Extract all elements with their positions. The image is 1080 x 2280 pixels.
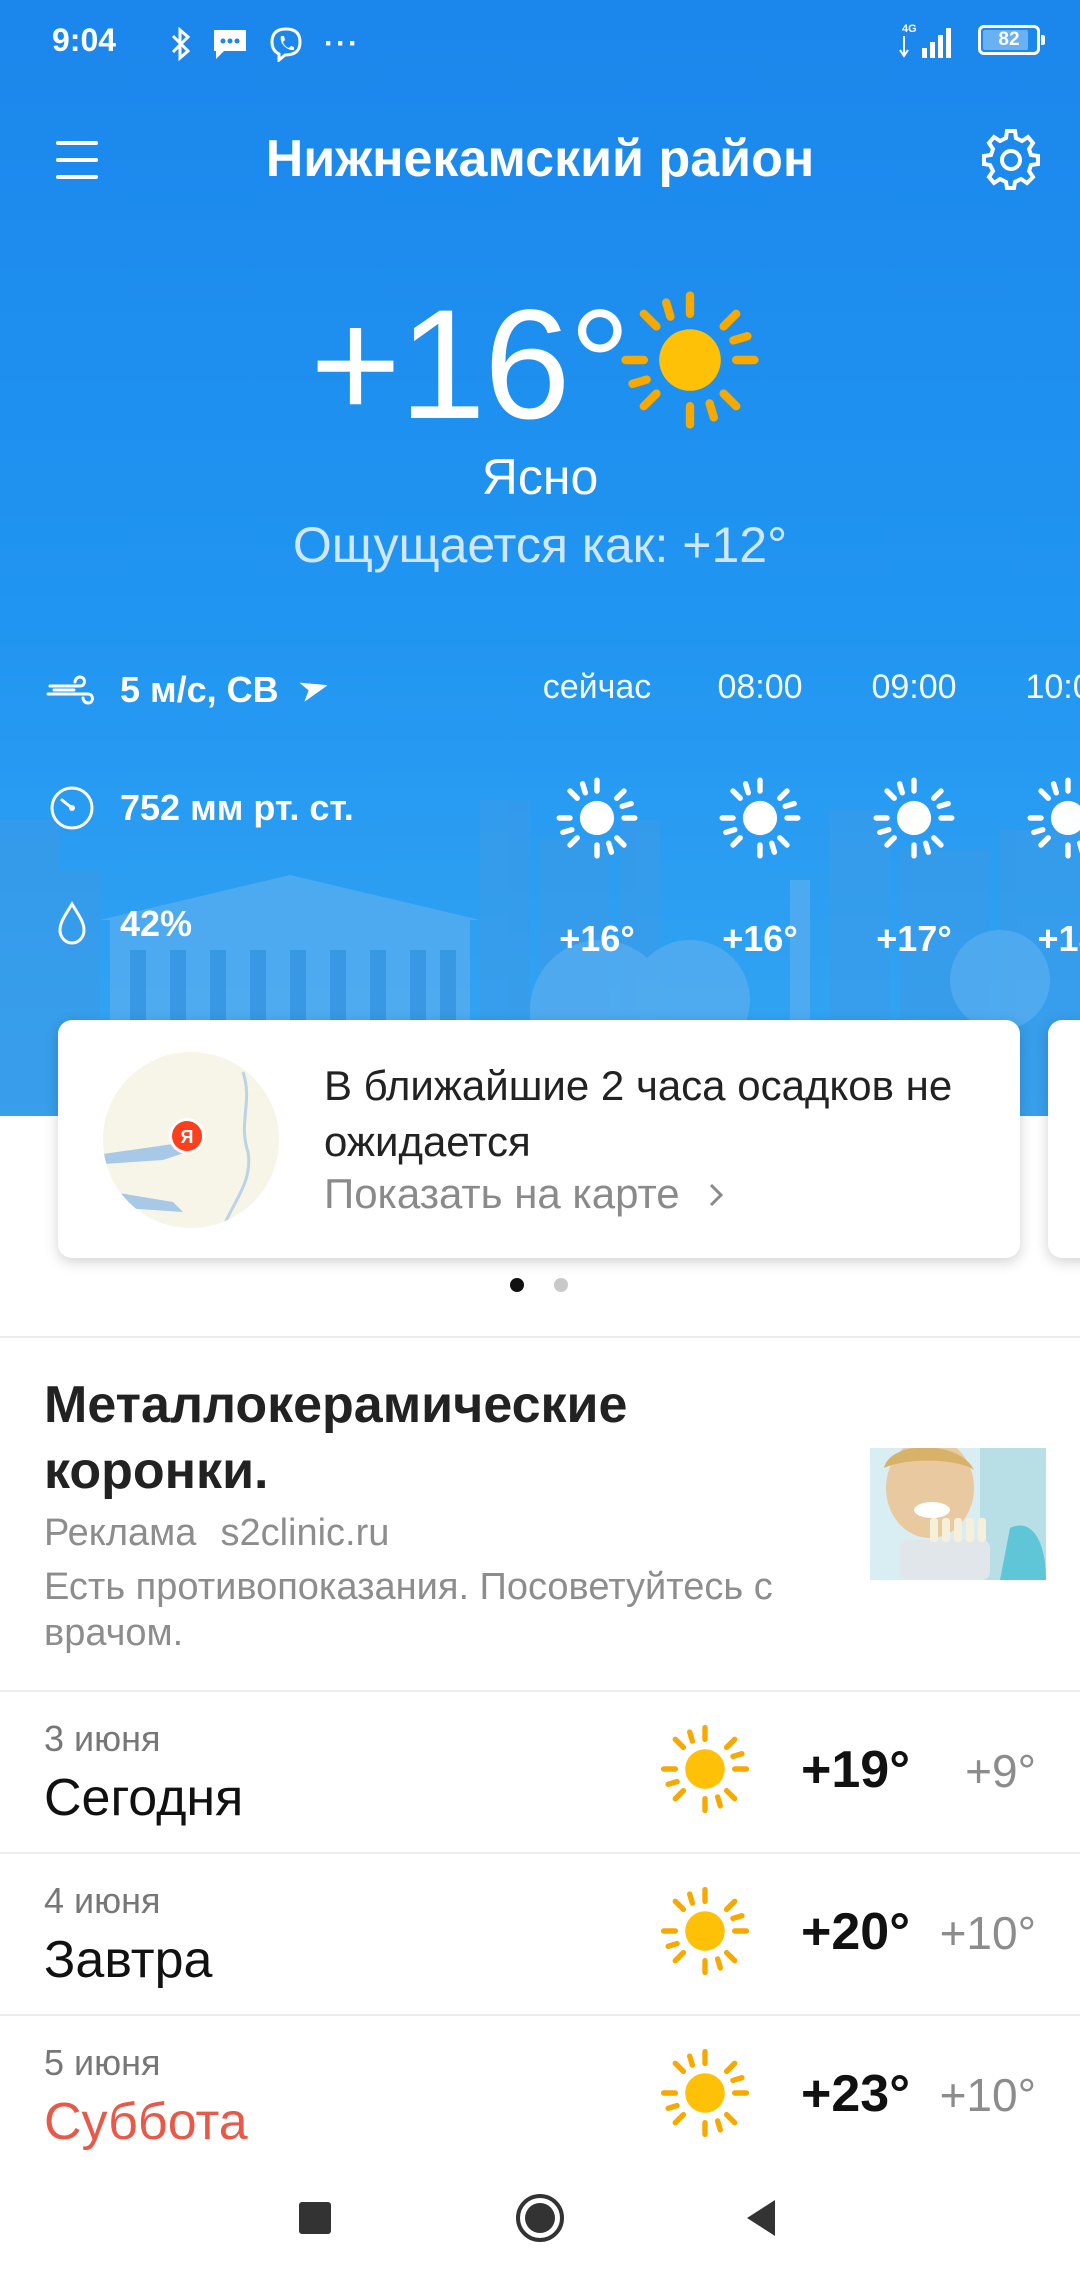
daily-forecast-row[interactable]: 4 июня Завтра +20° +10° — [0, 1856, 1080, 2016]
pressure-value: 752 мм рт. ст. — [120, 787, 354, 828]
day-low-temp: +9° — [965, 1745, 1036, 1797]
home-circle-icon[interactable] — [510, 2188, 570, 2248]
humidity-detail: 42% — [44, 894, 192, 954]
ad-image[interactable] — [870, 1448, 1046, 1580]
ad-title[interactable]: Металлокерамические коронки. — [44, 1372, 684, 1504]
day-high-temp: +20° — [800, 1903, 910, 1961]
divider — [0, 1690, 1080, 1692]
ad-domain[interactable]: s2clinic.ru — [220, 1512, 389, 1554]
hour-time: сейчас — [542, 668, 652, 706]
carousel-pagination — [510, 1278, 568, 1292]
ad-meta: Реклама s2clinic.ru — [44, 1512, 389, 1555]
battery-icon: 82 — [978, 25, 1045, 55]
hourly-item[interactable]: сейчас +16° — [517, 668, 677, 960]
current-temperature: +16° — [310, 278, 631, 452]
day-date: 4 июня — [44, 1880, 161, 1921]
message-icon — [214, 30, 246, 59]
hour-temp: +17° — [876, 918, 952, 959]
sun-icon — [869, 773, 959, 863]
hour-time: 09:00 — [871, 668, 957, 706]
hourly-item[interactable]: 09:00 +17° — [834, 668, 994, 960]
status-bar: 9:04 ··· 4G 82 — [0, 0, 1080, 90]
divider — [0, 2014, 1080, 2016]
pressure-detail: 752 мм рт. ст. — [44, 778, 354, 838]
sun-icon — [715, 773, 805, 863]
humidity-value: 42% — [120, 903, 193, 944]
sun-icon — [660, 1886, 750, 1976]
location-pin-icon: Я — [169, 1118, 205, 1154]
hour-temp: +16° — [559, 918, 635, 959]
wind-icon — [46, 675, 94, 705]
hour-temp: +16° — [722, 918, 798, 959]
wind-value: 5 м/с, СВ — [120, 669, 279, 710]
pagination-dot — [554, 1278, 568, 1292]
hourly-item[interactable]: 10:00 +18 — [988, 668, 1080, 960]
hourly-item[interactable]: 08:00 +16° — [680, 668, 840, 960]
day-high-temp: +19° — [800, 1741, 910, 1799]
hour-time: 10:00 — [1025, 668, 1080, 706]
divider — [0, 1852, 1080, 1854]
sun-icon — [552, 773, 642, 863]
hour-temp: +18 — [1037, 918, 1080, 959]
feels-like: Ощущается как: +12° — [292, 517, 788, 573]
current-condition: Ясно — [481, 449, 599, 505]
viber-icon — [270, 27, 302, 62]
day-low-temp: +10° — [939, 2069, 1036, 2121]
map-marker-label: Я — [181, 1127, 194, 1147]
daily-forecast-row[interactable]: 3 июня Сегодня +19° +9° — [0, 1694, 1080, 1854]
precipitation-nowcast-card[interactable]: Я В ближайшие 2 часа осадков не ожидаетс… — [58, 1020, 1020, 1258]
weather-hero: 9:04 ··· 4G 82 Нижнекамский район +16° Я… — [0, 0, 1080, 1116]
ad-warning: Есть противопоказания. Посоветуйтесь с в… — [44, 1566, 773, 1654]
nowcast-text: В ближайшие 2 часа осадков не ожидается — [324, 1062, 953, 1165]
sun-icon — [660, 1724, 750, 1814]
next-card-peek[interactable] — [1048, 1020, 1080, 1258]
top-bar: Нижнекамский район — [0, 115, 1080, 205]
show-on-map-label: Показать на карте — [324, 1170, 680, 1217]
pagination-dot-active — [510, 1278, 524, 1292]
divider — [0, 1336, 1080, 1338]
recent-apps-square-icon[interactable] — [285, 2188, 345, 2248]
pressure-gauge-icon — [50, 786, 94, 830]
sun-icon — [1023, 773, 1080, 863]
chevron-right-icon — [710, 1183, 724, 1207]
day-date: 5 июня — [44, 2042, 161, 2083]
map-thumbnail: Я — [103, 1052, 279, 1228]
back-triangle-icon[interactable] — [735, 2188, 795, 2248]
system-navigation-bar — [0, 2150, 1080, 2280]
wind-direction-arrow-icon — [298, 682, 327, 702]
day-low-temp: +10° — [939, 1907, 1036, 1959]
bluetooth-icon — [171, 27, 191, 61]
day-name: Завтра — [44, 1931, 213, 1989]
gear-icon[interactable] — [980, 129, 1042, 191]
more-notifications-icon: ··· — [324, 27, 360, 60]
svg-text:4G: 4G — [902, 23, 917, 35]
ad-label: Реклама — [44, 1512, 197, 1554]
signal-icon: 4G — [899, 23, 951, 58]
sun-icon — [660, 2048, 750, 2138]
status-time: 9:04 — [52, 22, 117, 58]
sun-icon — [620, 290, 760, 430]
day-high-temp: +23° — [800, 2065, 910, 2123]
day-date: 3 июня — [44, 1718, 161, 1759]
water-drop-icon — [58, 901, 86, 945]
day-name: Суббота — [44, 2093, 248, 2151]
battery-level: 82 — [998, 29, 1020, 50]
location-title[interactable]: Нижнекамский район — [0, 129, 1080, 189]
show-on-map-link[interactable]: Показать на карте — [324, 1170, 729, 1218]
day-name: Сегодня — [44, 1769, 244, 1827]
wind-detail: 5 м/с, СВ — [44, 660, 327, 720]
hour-time: 08:00 — [717, 668, 803, 706]
